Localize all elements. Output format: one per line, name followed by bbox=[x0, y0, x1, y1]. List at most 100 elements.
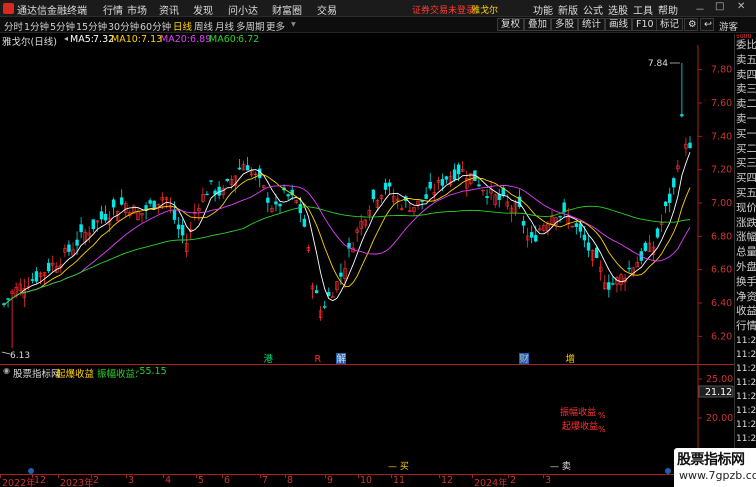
tab-15min[interactable]: 15分钟 bbox=[76, 19, 107, 33]
candle-body bbox=[91, 219, 96, 230]
login-status[interactable]: 证券交易未登录 bbox=[412, 3, 475, 16]
date-tick-mark bbox=[543, 475, 544, 478]
candle-body bbox=[582, 234, 587, 241]
watermark-url: www.7gpzb.com bbox=[679, 469, 756, 482]
tab-multi-period[interactable]: 多周期 bbox=[236, 19, 265, 33]
tab-30min[interactable]: 30分钟 bbox=[108, 19, 139, 33]
date-tick-mark bbox=[391, 475, 392, 478]
overlay-button[interactable]: 叠加 bbox=[524, 18, 552, 31]
menu-wenxiaoda[interactable]: 问小达 bbox=[228, 2, 258, 17]
gear-icon[interactable]: ⚙ bbox=[684, 18, 698, 31]
date-tick-label: 4 bbox=[165, 475, 172, 486]
tab-weekly[interactable]: 周线 bbox=[194, 19, 213, 33]
ma20-value: 6.89 bbox=[190, 34, 212, 45]
menu-jiaoyi[interactable]: 交易 bbox=[317, 2, 337, 17]
price-tick-label: 6.60 bbox=[711, 265, 732, 276]
price-tick-label: 7.60 bbox=[711, 98, 732, 109]
back-icon[interactable]: ↩ bbox=[700, 18, 714, 31]
tab-1min[interactable]: 1分钟 bbox=[24, 19, 49, 33]
candle-body bbox=[339, 272, 343, 277]
candle-body bbox=[663, 201, 668, 207]
menu-xuangu[interactable]: 选股 bbox=[608, 2, 628, 17]
quote-label: 行情 bbox=[736, 320, 756, 333]
menu-gongneng[interactable]: 功能 bbox=[533, 2, 553, 17]
date-tick-mark bbox=[325, 475, 326, 478]
tab-monthly[interactable]: 月线 bbox=[215, 19, 234, 33]
candle-body bbox=[521, 220, 526, 226]
chevron-down-icon[interactable]: ▾ bbox=[291, 19, 296, 30]
candle-body bbox=[34, 271, 39, 282]
candle-body bbox=[30, 279, 35, 281]
draw-line-button[interactable]: 画线 bbox=[605, 18, 633, 31]
indicator-mark: — 卖 bbox=[550, 461, 571, 472]
date-tick-label: 2023年 bbox=[60, 478, 94, 487]
minimize-button[interactable]: － bbox=[695, 1, 705, 16]
indicator-chart[interactable]: 25.0020.0015.0021.12振幅收益起爆收益%%— 买— 卖 bbox=[0, 365, 734, 475]
tick-time: 11:25 bbox=[736, 434, 756, 444]
ma20-label: MA20: bbox=[160, 34, 190, 45]
indicator-tick-label: 25.00 bbox=[706, 374, 733, 385]
candle-body bbox=[383, 182, 388, 190]
multi-stock-button[interactable]: 多股 bbox=[551, 18, 579, 31]
tab-60min[interactable]: 60分钟 bbox=[140, 19, 171, 33]
date-tick-mark bbox=[0, 475, 1, 478]
candle-body bbox=[594, 247, 599, 259]
date-tick-mark bbox=[472, 475, 473, 478]
tick-time: 11:25 bbox=[736, 364, 756, 374]
candle-body bbox=[331, 296, 335, 298]
high-price-label: 7.84 bbox=[648, 59, 668, 69]
unlock-mark: 解 bbox=[337, 353, 347, 365]
menu-xinban[interactable]: 新版 bbox=[558, 2, 578, 17]
candle-body bbox=[444, 176, 449, 180]
quote-label: 涨跌 bbox=[736, 216, 756, 229]
menu-faxian[interactable]: 发现 bbox=[193, 2, 213, 17]
menu-bangzhu[interactable]: 帮助 bbox=[658, 2, 678, 17]
menu-zixun[interactable]: 资讯 bbox=[159, 2, 179, 17]
menu-hangqing[interactable]: 行情 bbox=[103, 2, 123, 17]
menu-shichang[interactable]: 市场 bbox=[127, 2, 147, 17]
tick-time: 11:25 bbox=[736, 392, 756, 402]
candle-body bbox=[371, 189, 376, 200]
candle-body bbox=[46, 262, 51, 272]
restore-rights-button[interactable]: 复权 bbox=[497, 18, 525, 31]
menu-gongshi[interactable]: 公式 bbox=[583, 2, 603, 17]
tab-daily[interactable]: 日线 bbox=[173, 19, 192, 33]
close-button[interactable]: ✕ bbox=[737, 1, 745, 12]
f10-button[interactable]: F10 bbox=[632, 18, 658, 31]
tick-time: 11:25 bbox=[736, 420, 756, 430]
date-tick-label: 5 bbox=[198, 475, 205, 486]
guest-label[interactable]: 游客 bbox=[719, 19, 738, 33]
candle-body bbox=[574, 223, 579, 227]
quote-label: 卖五 bbox=[736, 53, 756, 66]
tick-time: 11:25 bbox=[736, 336, 756, 346]
quote-label: 外盘 bbox=[736, 261, 756, 273]
date-tick-label: 3 bbox=[128, 475, 135, 486]
candle-body bbox=[578, 223, 583, 232]
candle-body bbox=[205, 193, 209, 196]
tab-5min[interactable]: 5分钟 bbox=[50, 19, 75, 33]
candle-body bbox=[485, 196, 489, 198]
candle-body bbox=[668, 193, 672, 203]
candle-body bbox=[497, 194, 501, 201]
candle-body bbox=[688, 142, 692, 149]
quote-label: 卖一 bbox=[736, 113, 756, 125]
quote-label: 收益 bbox=[736, 305, 756, 318]
statistics-button[interactable]: 统计 bbox=[578, 18, 606, 31]
tab-more[interactable]: 更多 bbox=[266, 19, 285, 33]
candle-body bbox=[680, 114, 684, 117]
menu-gongju[interactable]: 工具 bbox=[633, 2, 653, 17]
candle-body bbox=[428, 181, 432, 189]
candle-body bbox=[314, 290, 319, 294]
menu-caifuquan[interactable]: 财富圈 bbox=[272, 2, 302, 17]
collapse-icon[interactable]: ◂ bbox=[64, 34, 68, 43]
quote-label: 买五 bbox=[736, 187, 756, 199]
candle-body bbox=[148, 200, 152, 204]
kline-chart[interactable]: 7.80 7.60 7.40 7.20 7.00 6.80 6.60 6.40 6.20 7.84… bbox=[0, 45, 734, 365]
tab-fenshi[interactable]: 分时 bbox=[4, 19, 23, 33]
mark-button[interactable]: 标记 bbox=[656, 18, 684, 31]
candle-body bbox=[172, 209, 177, 220]
price-tick-label: 6.20 bbox=[711, 331, 732, 342]
date-tick-label: 2024年 bbox=[474, 478, 508, 487]
maximize-button[interactable]: □ bbox=[715, 1, 724, 12]
date-tick-label: 7 bbox=[262, 475, 269, 486]
